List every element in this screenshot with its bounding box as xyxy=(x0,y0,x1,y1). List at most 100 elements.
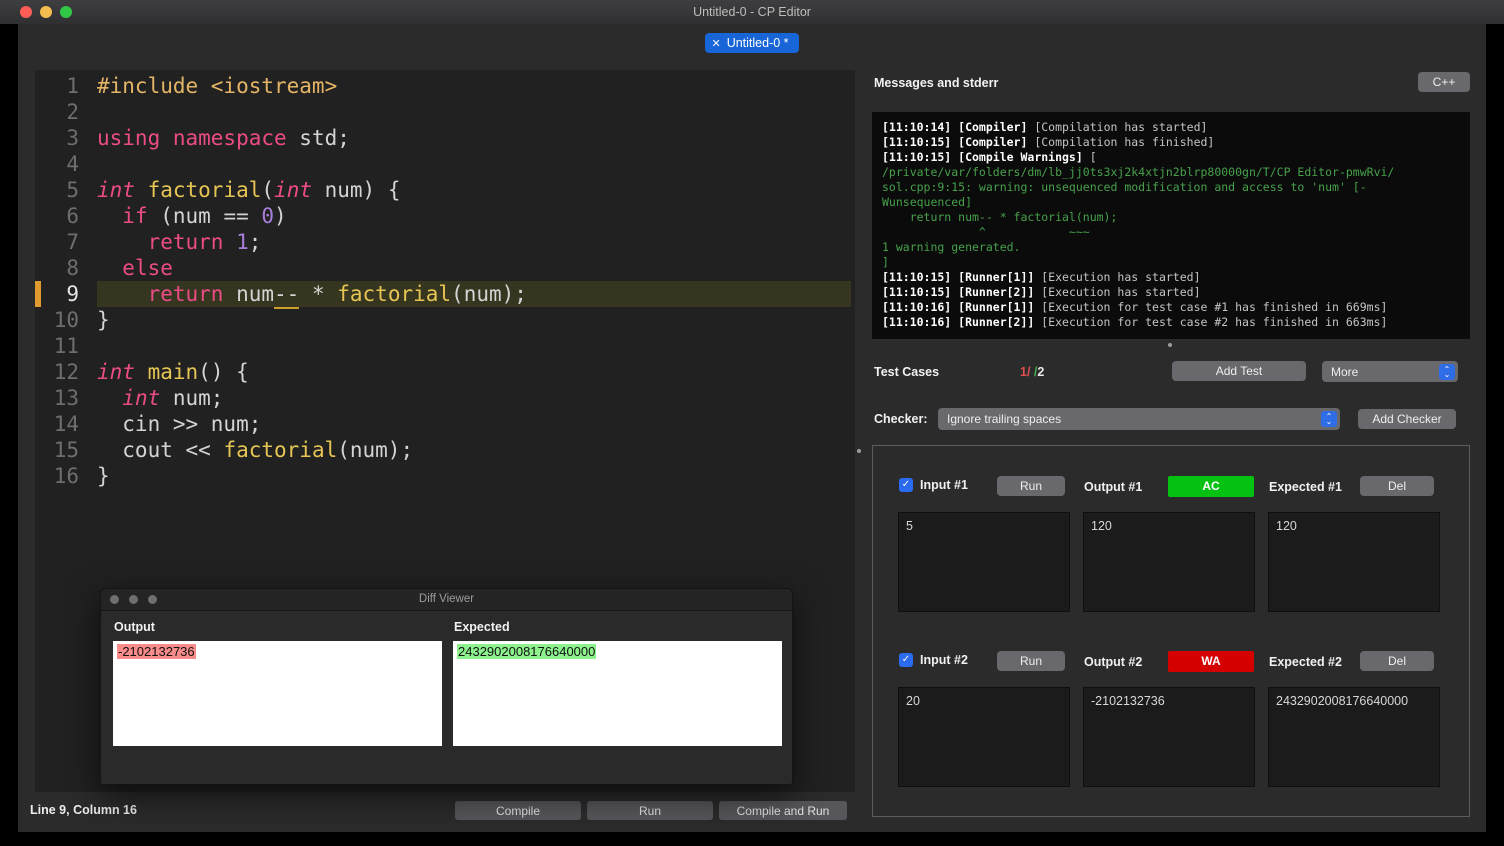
console-log-line: return num-- * factorial(num); xyxy=(882,210,1118,224)
diff-output-pane: -2102132736 xyxy=(113,641,442,746)
run-testcase-1-button[interactable]: Run xyxy=(997,476,1065,496)
testcase-1-checkbox[interactable]: ✓ xyxy=(899,478,913,492)
test-case-2-header: ✓ Input #2 Run Output #2 WA Expected #2 … xyxy=(873,651,1469,673)
code-line-15[interactable]: 15 cout << factorial(num); xyxy=(35,437,855,463)
checker-dropdown[interactable]: Ignore trailing spaces ⌃ ⌄ xyxy=(938,408,1340,430)
console-log-line: 1 warning generated. xyxy=(882,240,1021,254)
test-cases-title: Test Cases xyxy=(874,365,940,379)
code-line-13[interactable]: 13 int num; xyxy=(35,385,855,411)
code-line-4[interactable]: 4 xyxy=(35,151,855,177)
code-line-11[interactable]: 11 xyxy=(35,333,855,359)
code-line-10[interactable]: 10} xyxy=(35,307,855,333)
expected-2-textarea[interactable]: 2432902008176640000 xyxy=(1268,687,1440,787)
line-number: 13 xyxy=(53,386,79,410)
line-number: 16 xyxy=(53,464,79,488)
line-number: 11 xyxy=(53,334,79,358)
code-line-12[interactable]: 12 int main() { xyxy=(35,359,855,385)
console-log-line: ] xyxy=(882,255,889,269)
tab-close-icon[interactable]: ✕ xyxy=(711,37,720,50)
diff-expected-value: 2432902008176640000 xyxy=(457,644,597,659)
line-number: 4 xyxy=(66,152,79,176)
console-log-line: [11:10:16] [Runner[2]] [Execution for te… xyxy=(882,315,1388,329)
diff-output-label: Output xyxy=(114,620,155,634)
line-number: 7 xyxy=(66,230,79,254)
chevron-down-icon: ⌄ xyxy=(1325,417,1333,426)
code-line-text: using namespace std; xyxy=(97,126,350,150)
test-cases-container: ✓ Input #1 Run Output #1 AC Expected #1 … xyxy=(872,445,1470,817)
input-2-textarea[interactable]: 20 xyxy=(898,687,1070,787)
compile-button[interactable]: Compile xyxy=(455,801,581,820)
code-line-5[interactable]: 5 int factorial(int num) { xyxy=(35,177,855,203)
delete-testcase-1-button[interactable]: Del xyxy=(1360,476,1434,496)
add-checker-button[interactable]: Add Checker xyxy=(1358,409,1456,429)
add-test-button[interactable]: Add Test xyxy=(1172,361,1306,381)
input-2-label: Input #2 xyxy=(920,653,968,667)
desktop: Untitled-0 - CP Editor ✕ Untitled-0 * 1 #… xyxy=(0,0,1504,846)
code-line-8[interactable]: 8 else xyxy=(35,255,855,281)
diff-viewer-title: Diff Viewer xyxy=(418,593,475,605)
code-line-2[interactable]: 2 xyxy=(35,99,855,125)
diff-output-value: -2102132736 xyxy=(117,644,196,659)
code-line-7[interactable]: 7 return 1; xyxy=(35,229,855,255)
code-line-9[interactable]: 9 return num-- * factorial(num); xyxy=(35,281,855,309)
code-line-text: int main() { xyxy=(97,360,249,384)
code-line-14[interactable]: 14 cin >> num; xyxy=(35,411,855,437)
testcase-2-checkbox[interactable]: ✓ xyxy=(899,653,913,667)
code-line-text: #include <iostream> xyxy=(97,74,338,98)
console-log-line: [11:10:15] [Runner[1]] [Execution has st… xyxy=(882,270,1201,284)
current-line-marker-icon xyxy=(35,281,41,307)
output-1-label: Output #1 xyxy=(1084,480,1143,494)
diff-viewer-window[interactable]: Diff Viewer Output Expected -2102132736 … xyxy=(100,588,793,785)
diff-viewer-titlebar: Diff Viewer xyxy=(101,589,792,611)
code-line-text: else xyxy=(122,256,173,280)
compile-and-run-button[interactable]: Compile and Run xyxy=(719,801,847,820)
console-log-line: Wunsequenced] xyxy=(882,195,973,209)
output-1-textarea[interactable]: 120 xyxy=(1083,512,1255,612)
line-number: 15 xyxy=(53,438,79,462)
line-number: 3 xyxy=(66,126,79,150)
code-line-text: return 1; xyxy=(147,230,262,254)
line-number: 5 xyxy=(66,178,79,202)
console-log-line: [11:10:15] [Compiler] [Compilation has f… xyxy=(882,135,1215,149)
output-2-textarea[interactable]: -2102132736 xyxy=(1083,687,1255,787)
window-titlebar: Untitled-0 - CP Editor xyxy=(0,0,1504,25)
expected-1-textarea[interactable]: 120 xyxy=(1268,512,1440,612)
line-number: 12 xyxy=(53,360,79,384)
splitter-handle-icon[interactable] xyxy=(1168,343,1172,347)
code-line-text: int num; xyxy=(122,386,224,410)
compiler-messages-console[interactable]: [11:10:14] [Compiler] [Compilation has s… xyxy=(872,112,1470,339)
line-number: 14 xyxy=(53,412,79,436)
expected-1-label: Expected #1 xyxy=(1269,480,1342,494)
code-line-3[interactable]: 3 using namespace std; xyxy=(35,125,855,151)
output-2-label: Output #2 xyxy=(1084,655,1143,669)
checker-label: Checker: xyxy=(874,412,928,426)
more-dropdown[interactable]: More ⌃ ⌄ xyxy=(1322,361,1458,382)
run-testcase-2-button[interactable]: Run xyxy=(997,651,1065,671)
tab-untitled-0[interactable]: ✕ Untitled-0 * xyxy=(705,33,799,53)
input-1-textarea[interactable]: 5 xyxy=(898,512,1070,612)
chevron-updown-icon: ⌃ ⌄ xyxy=(1439,363,1455,380)
code-line-text: } xyxy=(97,308,110,332)
console-log-line: [11:10:15] [Runner[2]] [Execution has st… xyxy=(882,285,1201,299)
console-log-line: [11:10:14] [Compiler] [Compilation has s… xyxy=(882,120,1208,134)
checker-dropdown-value: Ignore trailing spaces xyxy=(947,412,1062,426)
more-dropdown-label: More xyxy=(1331,364,1359,379)
console-log-line: /private/var/folders/dm/lb_jj0ts3xj2k4xt… xyxy=(882,165,1395,179)
code-line-16[interactable]: 16} xyxy=(35,463,855,489)
run-button[interactable]: Run xyxy=(587,801,713,820)
code-line-text: cout << factorial(num); xyxy=(97,438,414,462)
diff-expected-pane: 2432902008176640000 xyxy=(453,641,782,746)
code-line-1[interactable]: 1 #include <iostream> xyxy=(35,73,855,99)
console-log-line: ^ ~~~ xyxy=(882,225,1090,239)
window-title: Untitled-0 - CP Editor xyxy=(693,5,811,19)
chevron-updown-icon: ⌃ ⌄ xyxy=(1321,411,1337,427)
language-button[interactable]: C++ xyxy=(1418,72,1470,92)
tab-bar: ✕ Untitled-0 * xyxy=(18,33,1486,53)
line-number: 2 xyxy=(66,100,79,124)
code-line-6[interactable]: 6 if (num == 0) xyxy=(35,203,855,229)
line-number: 9 xyxy=(66,282,79,306)
splitter-handle-icon[interactable] xyxy=(857,449,861,453)
line-number: 10 xyxy=(53,308,79,332)
delete-testcase-2-button[interactable]: Del xyxy=(1360,651,1434,671)
